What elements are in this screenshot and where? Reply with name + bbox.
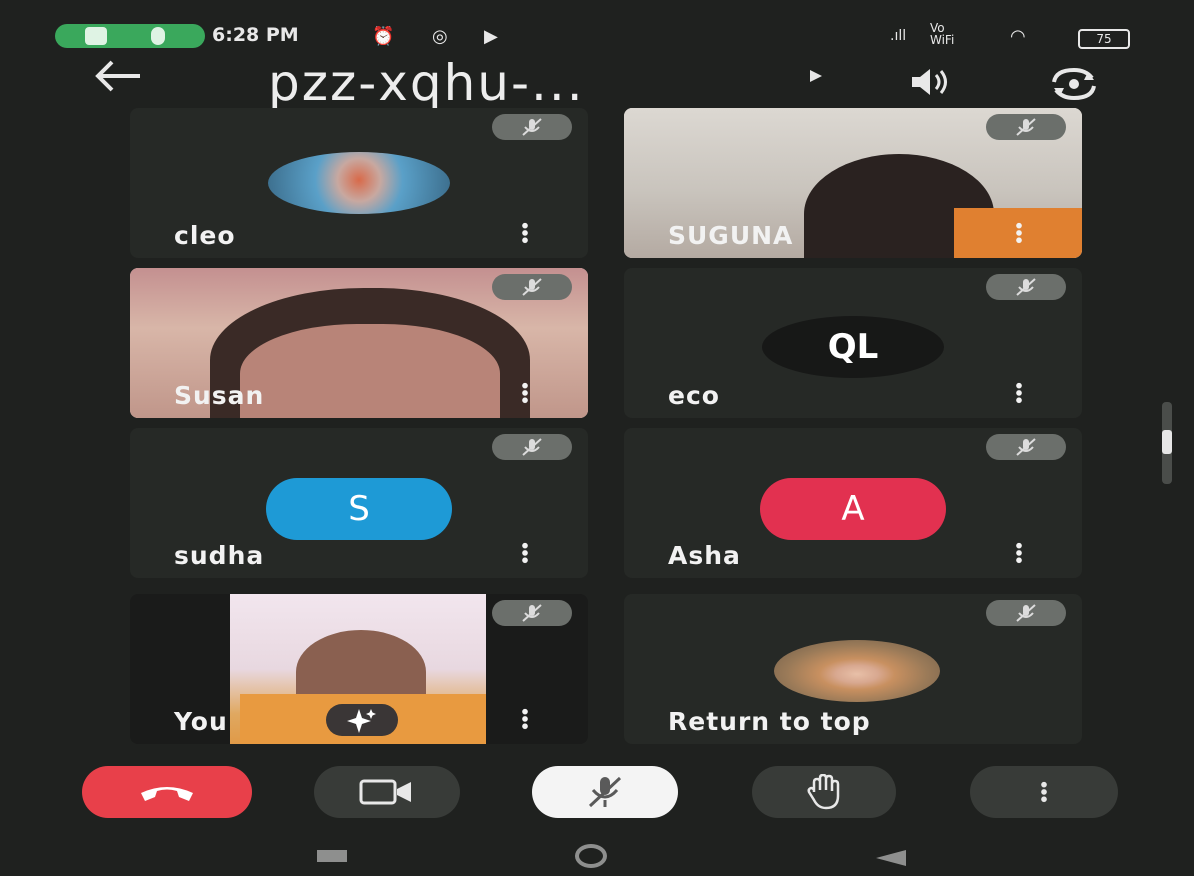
participant-video-face bbox=[240, 324, 500, 418]
mic-off-icon bbox=[1016, 118, 1036, 136]
home-button[interactable] bbox=[575, 844, 607, 868]
participant-tile-you[interactable]: You bbox=[130, 594, 588, 744]
muted-indicator bbox=[986, 434, 1066, 460]
camera-button[interactable] bbox=[314, 766, 460, 818]
speaker-icon bbox=[912, 69, 947, 95]
participant-name: Susan bbox=[174, 381, 265, 410]
mic-off-icon bbox=[1016, 278, 1036, 296]
participant-tile-asha[interactable]: A Asha bbox=[624, 428, 1082, 578]
muted-indicator bbox=[986, 274, 1066, 300]
participant-name: Return to top bbox=[668, 707, 871, 736]
participant-tile-sudha[interactable]: S sudha bbox=[130, 428, 588, 578]
raise-hand-button[interactable] bbox=[752, 766, 896, 818]
muted-indicator bbox=[986, 600, 1066, 626]
recents-button[interactable] bbox=[317, 850, 347, 862]
play-icon bbox=[810, 70, 822, 82]
more-vertical-icon[interactable] bbox=[522, 382, 528, 404]
participant-name: SUGUNA bbox=[668, 221, 794, 250]
avatar bbox=[774, 640, 940, 702]
alarm-icon: ⏰ bbox=[372, 26, 395, 47]
more-options-button[interactable] bbox=[970, 766, 1118, 818]
mic-off-icon bbox=[522, 118, 542, 136]
phone-hangup-icon bbox=[141, 787, 193, 801]
more-vertical-icon[interactable] bbox=[522, 542, 528, 564]
vowifi-label: Vo WiFi bbox=[930, 21, 955, 47]
letter-avatar: S bbox=[266, 478, 452, 540]
mic-off-icon bbox=[588, 776, 622, 808]
participant-name: You bbox=[174, 707, 228, 736]
muted-indicator bbox=[986, 114, 1066, 140]
mic-off-icon bbox=[1016, 604, 1036, 622]
mic-off-icon bbox=[1016, 438, 1036, 456]
camera-icon bbox=[85, 27, 107, 45]
youtube-icon: ▶ bbox=[484, 26, 498, 47]
participant-name: eco bbox=[668, 381, 720, 410]
participant-name: sudha bbox=[174, 541, 265, 570]
muted-indicator bbox=[492, 274, 572, 300]
muted-indicator bbox=[492, 600, 572, 626]
more-vertical-icon[interactable] bbox=[1016, 382, 1022, 404]
meeting-title[interactable]: pzz-xqhu-... bbox=[268, 54, 585, 112]
participant-name: Asha bbox=[668, 541, 741, 570]
more-vertical-icon[interactable] bbox=[1016, 222, 1022, 244]
video-camera-icon bbox=[359, 779, 411, 805]
microphone-button[interactable] bbox=[532, 766, 678, 818]
muted-indicator bbox=[492, 114, 572, 140]
back-nav-button[interactable] bbox=[876, 850, 906, 866]
meeting-info-button[interactable] bbox=[808, 68, 824, 89]
mic-off-icon bbox=[522, 438, 542, 456]
battery-indicator: 75 bbox=[1078, 29, 1130, 49]
recording-indicator bbox=[55, 24, 205, 48]
signal-icon: .ıll bbox=[890, 28, 907, 44]
switch-camera-button[interactable] bbox=[1046, 66, 1096, 101]
muted-indicator bbox=[492, 434, 572, 460]
arrow-left-icon bbox=[95, 60, 140, 92]
avatar bbox=[268, 152, 450, 214]
mic-icon bbox=[151, 27, 165, 45]
back-button[interactable] bbox=[92, 58, 144, 104]
more-vertical-icon[interactable] bbox=[1016, 542, 1022, 564]
logo-avatar: QL bbox=[762, 316, 944, 378]
more-vertical-icon[interactable] bbox=[522, 222, 528, 244]
participant-tile-cleo[interactable]: cleo bbox=[130, 108, 588, 258]
hand-icon bbox=[807, 774, 840, 810]
switch-camera-icon bbox=[1052, 67, 1096, 101]
status-time: 6:28 PM bbox=[212, 24, 299, 46]
speaker-button[interactable] bbox=[906, 66, 952, 98]
participant-name: cleo bbox=[174, 221, 236, 250]
participant-tile-suguna[interactable]: SUGUNA bbox=[624, 108, 1082, 258]
sparkle-icon bbox=[347, 709, 376, 733]
end-call-button[interactable] bbox=[82, 766, 252, 818]
whatsapp-icon: ◎ bbox=[432, 26, 448, 47]
letter-avatar: A bbox=[760, 478, 946, 540]
wifi-icon: ◠ bbox=[1010, 26, 1026, 47]
mic-off-icon bbox=[522, 604, 542, 622]
more-vertical-icon[interactable] bbox=[522, 708, 528, 730]
participant-tile-susan[interactable]: Susan bbox=[130, 268, 588, 418]
scrollbar-thumb[interactable] bbox=[1162, 430, 1172, 454]
effects-button[interactable] bbox=[326, 704, 398, 736]
participant-tile-eco[interactable]: QL eco bbox=[624, 268, 1082, 418]
more-vertical-icon bbox=[1041, 781, 1047, 803]
participant-tile-return-to-top[interactable]: Return to top bbox=[624, 594, 1082, 744]
mic-off-icon bbox=[522, 278, 542, 296]
